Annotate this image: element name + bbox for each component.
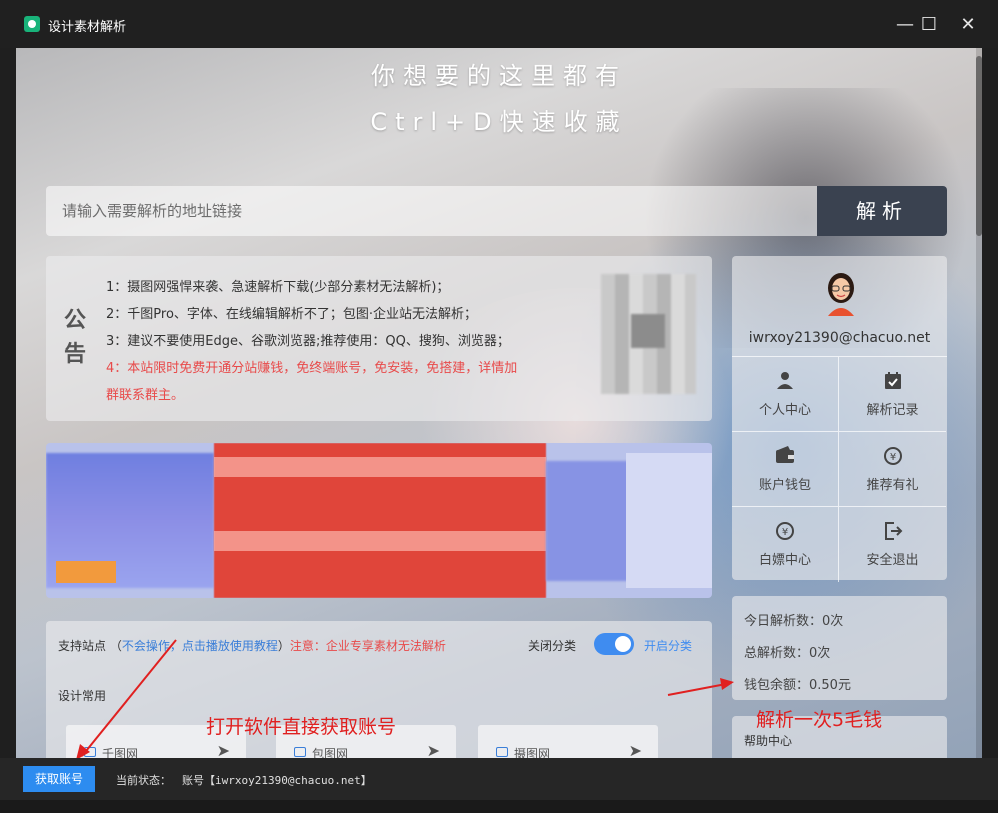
paren-close: ） (277, 639, 290, 653)
menu-logout[interactable]: 安全退出 (839, 507, 946, 582)
menu-freebie-center[interactable]: ¥ 白嫖中心 (732, 507, 839, 582)
url-input[interactable] (46, 186, 817, 236)
stats-panel: 今日解析数：0次 总解析数：0次 钱包余额：0.50元 (732, 596, 947, 700)
menu-label: 白嫖中心 (758, 553, 811, 568)
menu-label: 个人中心 (758, 403, 811, 418)
annotation-account-tip: 打开软件直接获取账号 (206, 716, 397, 738)
status-label: 当前状态： (116, 774, 171, 787)
chart-icon (496, 747, 508, 757)
user-card: iwrxoy21390@chacuo.net 个人中心 解析记录 账户钱包 ¥ … (732, 256, 947, 582)
window-title: 设计素材解析 (48, 20, 127, 35)
banner-image (626, 453, 712, 588)
banner-image (214, 531, 546, 551)
menu-parse-records[interactable]: 解析记录 (839, 357, 946, 432)
site-name: 千图网 (102, 747, 139, 758)
paren-open: （ (109, 639, 122, 653)
search-bar: 解析 (46, 186, 947, 236)
annotation-price-tip: 解析一次5毛钱 (756, 709, 883, 731)
user-menu: 个人中心 解析记录 账户钱包 ¥ 推荐有礼 ¥ 白嫖中心 安全退出 (732, 356, 947, 582)
app-logo-icon (24, 16, 40, 32)
category-toggle[interactable] (594, 633, 634, 655)
toggle-on-label: 开启分类 (644, 639, 693, 653)
qr-code-image (601, 274, 696, 394)
site-name: 包图网 (312, 747, 349, 758)
chart-icon (294, 747, 306, 757)
send-icon: ➤ (216, 741, 230, 758)
menu-label: 推荐有礼 (866, 478, 919, 493)
menu-personal-center[interactable]: 个人中心 (732, 357, 839, 432)
status-bar: 获取账号 当前状态： 账号【iwrxoy21390@chacuo.net】 (0, 758, 998, 800)
svg-text:¥: ¥ (782, 527, 788, 538)
toggle-off-label: 关闭分类 (528, 639, 577, 653)
svg-text:¥: ¥ (889, 452, 895, 463)
user-icon (774, 371, 796, 393)
notice-line-highlight: 4：本站限时免费开通分站赚钱，免终端账号，免安装，免搭建，详情加 (106, 361, 518, 376)
parse-button[interactable]: 解析 (817, 186, 947, 236)
hero-line-2: Ctrl+D快速收藏 (370, 108, 628, 136)
chart-icon (84, 747, 96, 757)
maximize-button[interactable]: ☐ (914, 10, 944, 40)
promo-banner[interactable] (46, 443, 712, 598)
notice-panel: 公告 1：摄图网强悍来袭、急速解析下载(少部分素材无法解析)； 2：千图Pro、… (46, 256, 712, 421)
sites-label: 支持站点 (58, 639, 107, 653)
menu-label: 解析记录 (866, 403, 919, 418)
username: iwrxoy21390@chacuo.net (748, 330, 931, 346)
title-bar: 设计素材解析 — ☐ ✕ (0, 0, 998, 48)
menu-referral[interactable]: ¥ 推荐有礼 (839, 432, 946, 507)
menu-wallet[interactable]: 账户钱包 (732, 432, 839, 507)
notice-title: 公告 (64, 308, 87, 367)
calendar-check-icon (882, 371, 904, 393)
send-icon: ➤ (426, 741, 440, 758)
yen-gift-icon: ¥ (882, 446, 904, 468)
banner-image (214, 457, 546, 477)
avatar (828, 273, 854, 316)
site-card-shetu[interactable]: 摄图网 ➤ (478, 725, 658, 758)
status-value: 账号【iwrxoy21390@chacuo.net】 (182, 774, 372, 787)
sites-header: 支持站点 （不会操作，点击播放使用教程）注意：企业专享素材无法解析 (58, 637, 446, 654)
stat-today: 今日解析数：0次 (744, 614, 844, 629)
stat-balance: 钱包余额：0.50元 (744, 678, 851, 693)
notice-line: 2：千图Pro、字体、在线编辑解析不了；包图·企业站无法解析； (106, 307, 478, 322)
window-bottom-edge (0, 800, 998, 813)
menu-label: 安全退出 (866, 553, 919, 568)
stat-total: 总解析数：0次 (744, 646, 831, 661)
wallet-icon (774, 446, 796, 468)
menu-label: 账户钱包 (758, 478, 811, 493)
logout-icon (882, 521, 904, 543)
get-account-button[interactable]: 获取账号 (23, 766, 95, 792)
hero-line-1: 你想要的这里都有 (371, 62, 627, 90)
enterprise-warning: 注意：企业专享素材无法解析 (289, 639, 446, 653)
tutorial-link[interactable]: 不会操作，点击播放使用教程 (122, 639, 278, 653)
notice-line: 3：建议不要使用Edge、谷歌浏览器;推荐使用：QQ、搜狗、浏览器； (106, 334, 510, 349)
banner-image (56, 561, 116, 583)
yen-circle-icon: ¥ (774, 521, 796, 543)
send-icon: ➤ (628, 741, 642, 758)
group-title: 设计常用 (58, 689, 107, 703)
site-name: 摄图网 (514, 747, 551, 758)
notice-line-highlight: 群联系群主。 (106, 388, 185, 403)
main-content: 你想要的这里都有 Ctrl+D快速收藏 解析 公告 1：摄图网强悍来袭、急速解析… (16, 48, 982, 758)
scrollbar[interactable] (976, 48, 982, 758)
notice-lines: 1：摄图网强悍来袭、急速解析下载(少部分素材无法解析)； 2：千图Pro、字体、… (106, 274, 566, 409)
notice-line: 1：摄图网强悍来袭、急速解析下载(少部分素材无法解析)； (106, 280, 450, 295)
help-title[interactable]: 帮助中心 (744, 732, 792, 749)
close-button[interactable]: ✕ (953, 10, 983, 40)
